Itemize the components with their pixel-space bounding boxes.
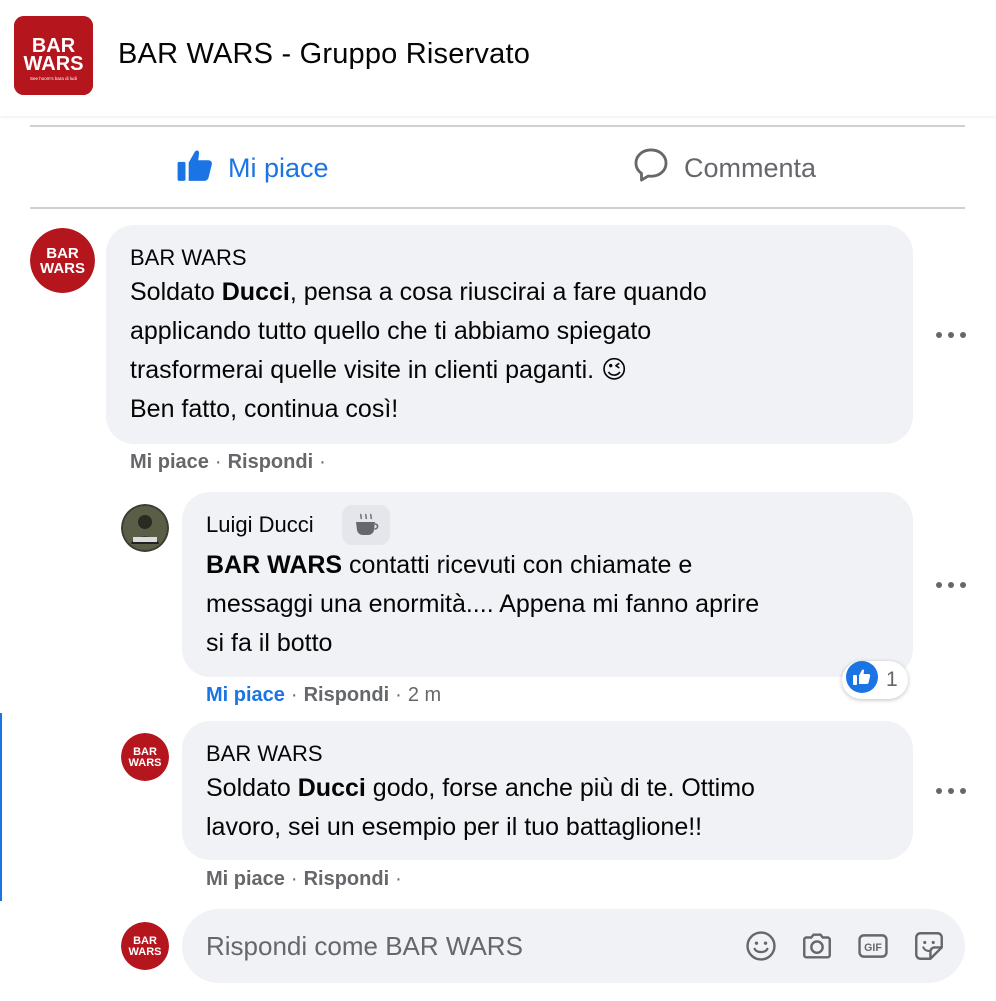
svg-text:WARS: WARS xyxy=(129,757,162,769)
post-like-label: Mi piace xyxy=(228,152,329,183)
camera-icon[interactable] xyxy=(800,929,834,963)
comment-author[interactable]: BAR WARS xyxy=(206,741,323,767)
post-comment-label: Commenta xyxy=(684,152,817,183)
comment-bubble-icon xyxy=(632,146,670,191)
group-title[interactable]: BAR WARS - Gruppo Riservato xyxy=(118,38,530,71)
comment-author[interactable]: BAR WARS xyxy=(130,245,247,271)
group-logo[interactable]: BAR WARS See hoom's bara di ludi xyxy=(14,16,93,95)
comment-like-button[interactable]: Mi piace xyxy=(206,684,285,707)
more-options-icon[interactable] xyxy=(936,786,966,796)
logo-tagline: See hoom's bara di ludi xyxy=(30,76,77,81)
post-like-button[interactable]: Mi piace xyxy=(176,140,329,196)
comment-timestamp[interactable]: 2 m xyxy=(408,684,441,707)
comment-meta: Mi piace · Rispondi · 2 m xyxy=(206,684,442,707)
post-comment-button[interactable]: Commenta xyxy=(632,140,816,196)
mention-link[interactable]: Ducci xyxy=(298,774,366,802)
svg-text:GIF: GIF xyxy=(864,942,882,954)
mention-link[interactable]: Ducci xyxy=(222,278,290,306)
reply-composer: GIF xyxy=(182,909,965,983)
comment-reply-button[interactable]: Rispondi xyxy=(304,868,390,891)
avatar-bar-wars[interactable]: BAR WARS xyxy=(30,228,95,293)
reaction-count[interactable]: 1 xyxy=(842,661,908,699)
avatar-current-page[interactable]: BAR WARS xyxy=(121,922,169,970)
avatar-bar-wars[interactable]: BAR WARS xyxy=(121,733,169,781)
comment-like-button[interactable]: Mi piace xyxy=(130,451,209,474)
comment-like-button[interactable]: Mi piace xyxy=(206,868,285,891)
divider-bottom xyxy=(30,207,965,209)
svg-text:WARS: WARS xyxy=(40,260,85,277)
comment-author[interactable]: Luigi Ducci xyxy=(206,512,314,538)
comment-text: Soldato Ducci, pensa a cosa riuscirai a … xyxy=(130,278,707,423)
comment-reply-button[interactable]: Rispondi xyxy=(228,451,314,474)
thread-line xyxy=(0,713,2,901)
logo-text-wars: WARS xyxy=(24,53,84,75)
svg-text:WARS: WARS xyxy=(129,946,162,958)
reply-input[interactable] xyxy=(206,909,726,983)
more-options-icon[interactable] xyxy=(936,580,966,590)
wink-emoji: 😉 xyxy=(601,356,628,384)
sticker-icon[interactable] xyxy=(912,929,946,963)
more-options-icon[interactable] xyxy=(936,330,966,340)
divider-top xyxy=(30,125,965,127)
comment-reply-button[interactable]: Rispondi xyxy=(304,684,390,707)
comment-meta: Mi piace · Rispondi · xyxy=(130,451,326,474)
emoji-icon[interactable] xyxy=(744,929,778,963)
comment-meta: Mi piace · Rispondi · xyxy=(206,868,402,891)
comment-text: Soldato Ducci godo, forse anche più di t… xyxy=(206,774,755,841)
comment-text: BAR WARS contatti ricevuti con chiamate … xyxy=(206,551,760,657)
coffee-cup-icon[interactable] xyxy=(342,505,390,545)
thumbs-up-icon xyxy=(176,146,214,191)
group-header: BAR WARS See hoom's bara di ludi BAR WAR… xyxy=(0,0,996,116)
gif-icon[interactable]: GIF xyxy=(856,929,890,963)
mention-link[interactable]: BAR WARS xyxy=(206,551,342,579)
avatar-luigi-ducci[interactable] xyxy=(121,504,169,552)
like-reaction-icon xyxy=(846,661,878,699)
